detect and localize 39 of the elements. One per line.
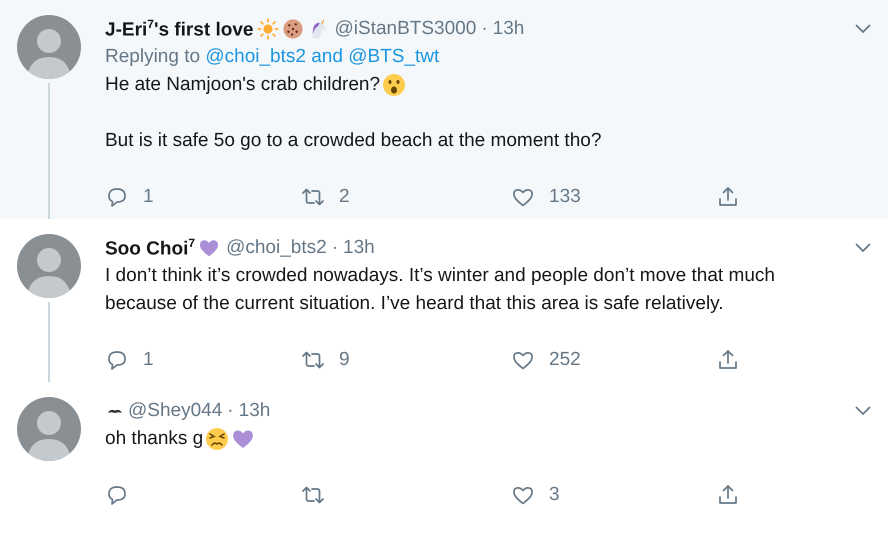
sun-icon (256, 18, 278, 40)
user-handle[interactable]: @Shey044 (128, 400, 222, 422)
tweet-text: But is it safe 5o go to a crowded beach at the moment tho? (105, 129, 602, 153)
share-icon[interactable] (716, 185, 740, 209)
retweet-count: 9 (339, 349, 350, 371)
cookie-icon (282, 18, 304, 40)
like-count: 133 (549, 186, 581, 208)
mention-link[interactable]: @choi_bts2 and @BTS_twt (205, 46, 440, 67)
surprised-face-icon (382, 73, 406, 97)
display-name[interactable]: Soo Choi$^{7}$ (105, 236, 196, 260)
reply-count: 1 (143, 186, 154, 208)
separator-dot: · (332, 237, 338, 259)
persevering-face-icon (205, 427, 230, 451)
separator-dot: · (481, 18, 488, 40)
chevron-down-icon[interactable] (854, 242, 872, 254)
mustache-icon (108, 408, 122, 414)
timestamp[interactable]: 13h (492, 18, 524, 40)
user-handle[interactable]: @choi_bts2 (226, 237, 327, 259)
timestamp[interactable]: 13h (343, 237, 375, 259)
like-count: 3 (549, 484, 560, 506)
reply-icon[interactable] (105, 348, 129, 372)
tweet-text: oh thanks g (105, 427, 204, 451)
replying-label: Replying to (105, 46, 200, 67)
reply-count: 1 (143, 349, 154, 371)
timestamp[interactable]: 13h (238, 400, 270, 422)
share-icon[interactable] (716, 348, 740, 372)
separator-dot: · (227, 400, 234, 422)
like-count: 252 (549, 349, 581, 371)
heart-icon (198, 237, 220, 259)
user-handle[interactable]: @iStanBTS3000 (334, 18, 476, 40)
tweet-text: I don’t think it’s crowded nowadays. It’s winter and people don’t move that much because of the current situation. I’ve heard that this area is safe relatively. (105, 264, 776, 316)
chevron-down-icon[interactable] (854, 405, 872, 417)
reply-icon[interactable] (105, 483, 129, 507)
retweet-count: 2 (339, 186, 350, 208)
chevron-down-icon[interactable] (854, 23, 872, 35)
display-name[interactable]: J-Eri$^{7}$'s first love (105, 16, 254, 42)
reply-icon[interactable] (105, 185, 129, 209)
share-icon[interactable] (716, 483, 740, 507)
tweet-text: He ate Namjoon's crab children? (105, 73, 380, 97)
